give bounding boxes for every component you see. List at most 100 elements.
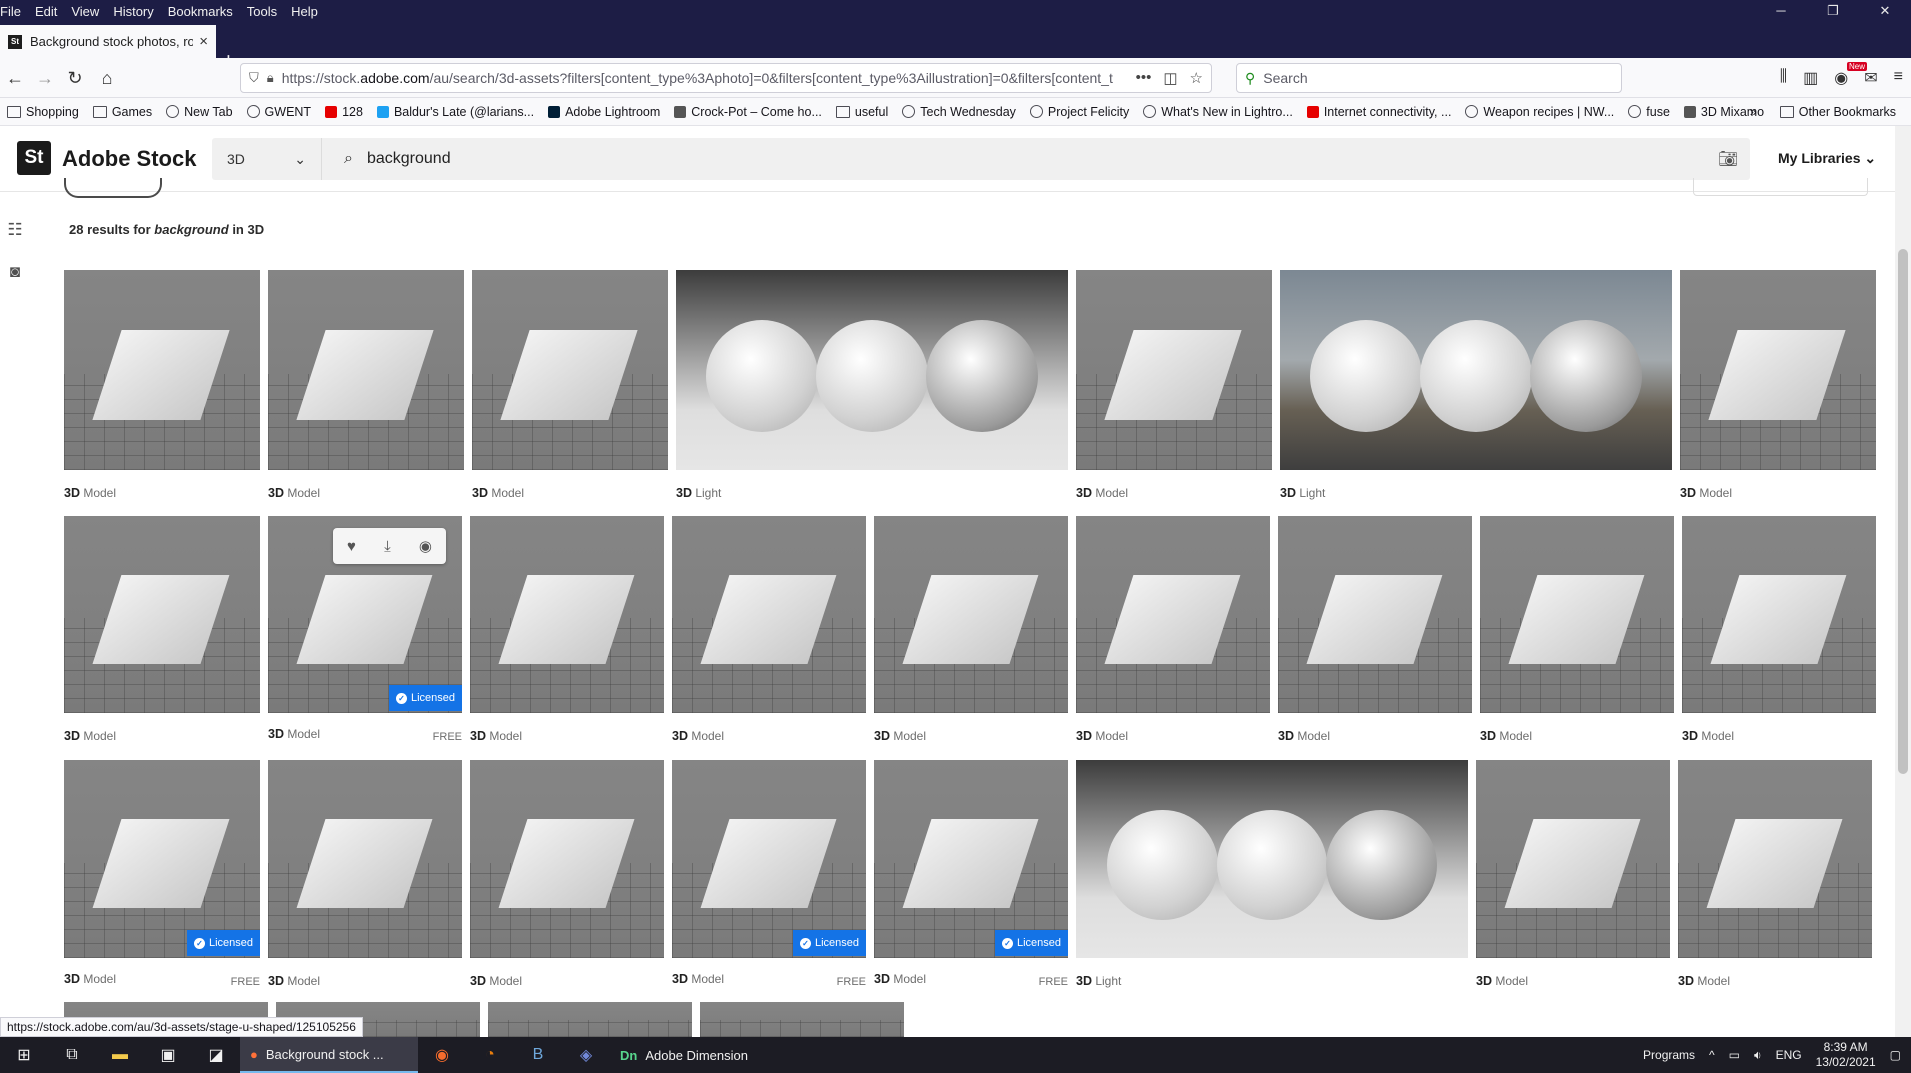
- asset-card[interactable]: 3D Model: [1678, 760, 1872, 988]
- pocket-icon[interactable]: ◫: [1163, 69, 1177, 87]
- taskbar-adobe-dimension[interactable]: Dn Adobe Dimension: [610, 1037, 758, 1073]
- asset-card[interactable]: ✓ Licensed ♥ ⤓ ◉ 3D Model FREE: [268, 516, 462, 743]
- notifications-icon[interactable]: ▢: [1890, 1048, 1901, 1062]
- asset-card[interactable]: 3D Light: [1280, 270, 1672, 500]
- asset-card[interactable]: 3D Model: [1278, 516, 1472, 743]
- asset-thumbnail[interactable]: [268, 760, 462, 958]
- asset-card[interactable]: 3D Model: [672, 516, 866, 743]
- asset-thumbnail[interactable]: ✓ Licensed: [874, 760, 1068, 958]
- my-libraries-button[interactable]: My Libraries ⌄: [1778, 150, 1876, 167]
- asset-card[interactable]: 3D Model: [1480, 516, 1674, 743]
- account-icon[interactable]: ◉: [1834, 68, 1848, 88]
- asset-thumbnail[interactable]: [874, 516, 1068, 713]
- asset-card[interactable]: 3D Model: [1682, 516, 1876, 743]
- asset-thumbnail[interactable]: [1280, 270, 1672, 470]
- search-query-input[interactable]: ⌕ background: [322, 150, 1706, 168]
- bookmarks-overflow-icon[interactable]: »: [1750, 105, 1757, 119]
- asset-thumbnail[interactable]: [1278, 516, 1472, 713]
- reload-icon[interactable]: ↻: [62, 66, 88, 90]
- asset-card[interactable]: 3D Model: [64, 516, 260, 743]
- menu-view[interactable]: View: [64, 4, 106, 19]
- partial-sort-control[interactable]: [1693, 178, 1868, 196]
- other-bookmarks[interactable]: Other Bookmarks: [1773, 105, 1903, 119]
- bookmark-item[interactable]: Tech Wednesday: [895, 105, 1023, 119]
- bookmark-star-icon[interactable]: ☆: [1190, 69, 1203, 87]
- taskbar-firefox[interactable]: ● Background stock ...: [240, 1037, 418, 1073]
- search-bar[interactable]: ⚲ Search: [1236, 63, 1622, 93]
- asset-thumbnail[interactable]: [1476, 760, 1670, 958]
- discord-icon[interactable]: ◈: [562, 1037, 610, 1073]
- sidebar-icon[interactable]: ▥: [1803, 68, 1818, 88]
- bookmark-item[interactable]: Baldur's Late (@larians...: [370, 105, 541, 119]
- bookmark-item[interactable]: Shopping: [0, 105, 86, 119]
- category-dropdown[interactable]: 3D ⌄: [212, 138, 322, 180]
- bookmark-item[interactable]: Project Felicity: [1023, 105, 1136, 119]
- windows-start-icon[interactable]: ⊞: [0, 1037, 48, 1073]
- asset-thumbnail[interactable]: ✓ Licensed: [64, 760, 260, 958]
- asset-thumbnail[interactable]: [1076, 270, 1272, 470]
- restore-icon[interactable]: ❐: [1807, 0, 1859, 22]
- menu-tools[interactable]: Tools: [240, 4, 284, 19]
- asset-card[interactable]: 3D Model: [470, 516, 664, 743]
- asset-card[interactable]: ✓ Licensed 3D Model FREE: [64, 760, 260, 988]
- page-actions-icon[interactable]: •••: [1136, 69, 1152, 87]
- asset-card[interactable]: 3D Model: [1476, 760, 1670, 988]
- heart-icon[interactable]: ♥: [347, 538, 356, 555]
- menu-history[interactable]: History: [106, 4, 160, 19]
- partial-filter-button[interactable]: [64, 178, 162, 198]
- asset-thumbnail[interactable]: [676, 270, 1068, 470]
- tab-close-icon[interactable]: ×: [199, 33, 208, 50]
- asset-thumbnail[interactable]: [1480, 516, 1674, 713]
- asset-card[interactable]: 3D Model: [472, 270, 668, 500]
- asset-thumbnail[interactable]: [470, 516, 664, 713]
- scrollbar-thumb[interactable]: [1898, 249, 1908, 774]
- network-icon[interactable]: ▭: [1729, 1048, 1740, 1062]
- menu-help[interactable]: Help: [284, 4, 325, 19]
- bookmark-item[interactable]: fuse: [1621, 105, 1677, 119]
- close-window-icon[interactable]: ✕: [1859, 0, 1911, 22]
- menu-bookmarks[interactable]: Bookmarks: [161, 4, 240, 19]
- asset-thumbnail[interactable]: [472, 270, 668, 470]
- blender-icon[interactable]: ◔: [466, 1037, 514, 1073]
- asset-thumbnail[interactable]: [1076, 516, 1270, 713]
- tab-background-stock[interactable]: St Background stock photos, roya ×: [0, 25, 216, 58]
- asset-card[interactable]: 3D Model: [470, 760, 664, 988]
- filters-icon[interactable]: ☷: [4, 220, 26, 242]
- clock[interactable]: 8:39 AM 13/02/2021: [1816, 1040, 1876, 1070]
- adobe-stock-logo[interactable]: St: [17, 141, 51, 175]
- back-icon[interactable]: ←: [2, 66, 28, 90]
- asset-card[interactable]: ✓ Licensed 3D Model FREE: [672, 760, 866, 988]
- camera-icon[interactable]: ◙: [4, 262, 26, 284]
- asset-thumbnail[interactable]: [470, 760, 664, 958]
- shield-icon[interactable]: ⛉: [249, 70, 259, 86]
- asset-card[interactable]: 3D Model: [1076, 516, 1270, 743]
- asset-card[interactable]: 3D Light: [1076, 760, 1468, 988]
- programs-toolbar[interactable]: Programs: [1643, 1048, 1695, 1062]
- bookmark-item[interactable]: Weapon recipes | NW...: [1458, 105, 1621, 119]
- minimize-icon[interactable]: ─: [1755, 0, 1807, 22]
- mail-app-icon[interactable]: ◪: [192, 1037, 240, 1073]
- hamburger-menu-icon[interactable]: ≡: [1894, 68, 1903, 88]
- asset-thumbnail[interactable]: [64, 516, 260, 713]
- partial-thumbnail[interactable]: [700, 1002, 904, 1037]
- asset-card[interactable]: 3D Light: [676, 270, 1068, 500]
- store-icon[interactable]: ▣: [144, 1037, 192, 1073]
- bookmark-item[interactable]: Internet connectivity, ...: [1300, 105, 1459, 119]
- asset-card[interactable]: 3D Model: [1076, 270, 1272, 500]
- bookmark-item[interactable]: Adobe Lightroom: [541, 105, 667, 119]
- asset-thumbnail[interactable]: [1680, 270, 1876, 470]
- url-bar[interactable]: ⛉ 🔒︎ https://stock.adobe.com/au/search/3…: [240, 63, 1212, 93]
- asset-thumbnail[interactable]: [1678, 760, 1872, 958]
- asset-thumbnail[interactable]: [672, 516, 866, 713]
- asset-thumbnail[interactable]: [64, 270, 260, 470]
- asset-thumbnail[interactable]: ✓ Licensed ♥ ⤓ ◉: [268, 516, 462, 713]
- origin-icon[interactable]: ◉: [418, 1037, 466, 1073]
- asset-thumbnail[interactable]: [268, 270, 464, 470]
- bookmark-item[interactable]: GWENT: [240, 105, 319, 119]
- language-indicator[interactable]: ENG: [1776, 1048, 1802, 1062]
- whats-new-icon[interactable]: ✉: [1864, 68, 1877, 88]
- task-view-icon[interactable]: ⧉: [48, 1037, 96, 1073]
- bookmark-item[interactable]: New Tab: [159, 105, 239, 119]
- volume-icon[interactable]: 🔉︎: [1754, 1048, 1762, 1063]
- bookmark-item[interactable]: 128: [318, 105, 370, 119]
